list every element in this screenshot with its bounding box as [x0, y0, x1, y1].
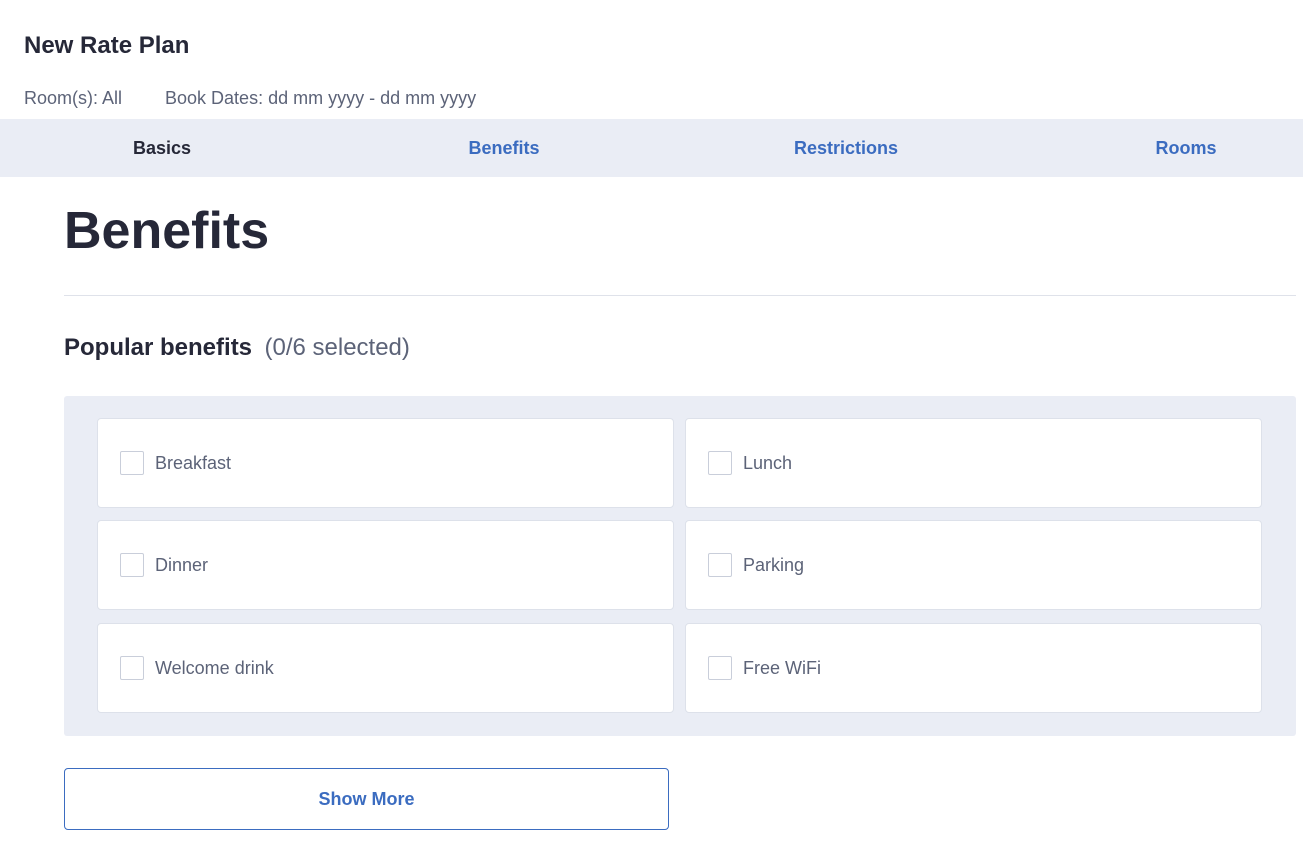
welcome-drink-checkbox[interactable] — [120, 656, 144, 680]
dinner-checkbox[interactable] — [120, 553, 144, 577]
tab-benefits[interactable]: Benefits — [468, 119, 539, 177]
page-title: New Rate Plan — [24, 32, 190, 59]
benefit-label: Free WiFi — [743, 657, 821, 678]
popular-benefits-heading: Popular benefits (0/6 selected) — [64, 332, 410, 367]
section-divider — [64, 295, 1296, 296]
rate-plan-page: New Rate Plan Room(s): All Book Dates: d… — [0, 0, 1303, 855]
tab-rooms[interactable]: Rooms — [1155, 119, 1216, 177]
parking-checkbox[interactable] — [708, 553, 732, 577]
benefit-option-free-wifi[interactable]: Free WiFi — [685, 623, 1262, 713]
breakfast-checkbox[interactable] — [120, 451, 144, 475]
book-dates-summary: Book Dates: dd mm yyyy - dd mm yyyy — [165, 88, 477, 108]
benefit-option-lunch[interactable]: Lunch — [685, 418, 1262, 508]
free-wifi-checkbox[interactable] — [708, 656, 732, 680]
benefit-label: Breakfast — [155, 452, 232, 473]
benefit-label: Parking — [743, 554, 805, 575]
rooms-summary: Room(s): All — [24, 88, 123, 108]
benefit-option-breakfast[interactable]: Breakfast — [97, 418, 674, 508]
benefit-label: Lunch — [743, 452, 793, 473]
lunch-checkbox[interactable] — [708, 451, 732, 475]
benefit-option-welcome-drink[interactable]: Welcome drink — [97, 623, 674, 713]
show-more-button[interactable]: Show More — [64, 768, 669, 830]
benefit-option-dinner[interactable]: Dinner — [97, 520, 674, 610]
benefit-option-parking[interactable]: Parking — [685, 520, 1262, 610]
plan-meta: Room(s): All Book Dates: dd mm yyyy - dd… — [24, 86, 476, 110]
tab-restrictions[interactable]: Restrictions — [794, 119, 898, 177]
section-title: Benefits — [64, 202, 270, 260]
benefit-label: Welcome drink — [155, 657, 274, 678]
tab-basics[interactable]: Basics — [133, 119, 191, 177]
benefit-label: Dinner — [155, 554, 209, 575]
tab-bar: Basics Benefits Restrictions Rooms — [0, 119, 1303, 177]
selected-count: (0/6 selected) — [264, 334, 410, 361]
benefits-panel: Breakfast Lunch Dinner Parking Welcome d… — [64, 396, 1296, 736]
popular-benefits-label: Popular benefits — [64, 334, 253, 361]
